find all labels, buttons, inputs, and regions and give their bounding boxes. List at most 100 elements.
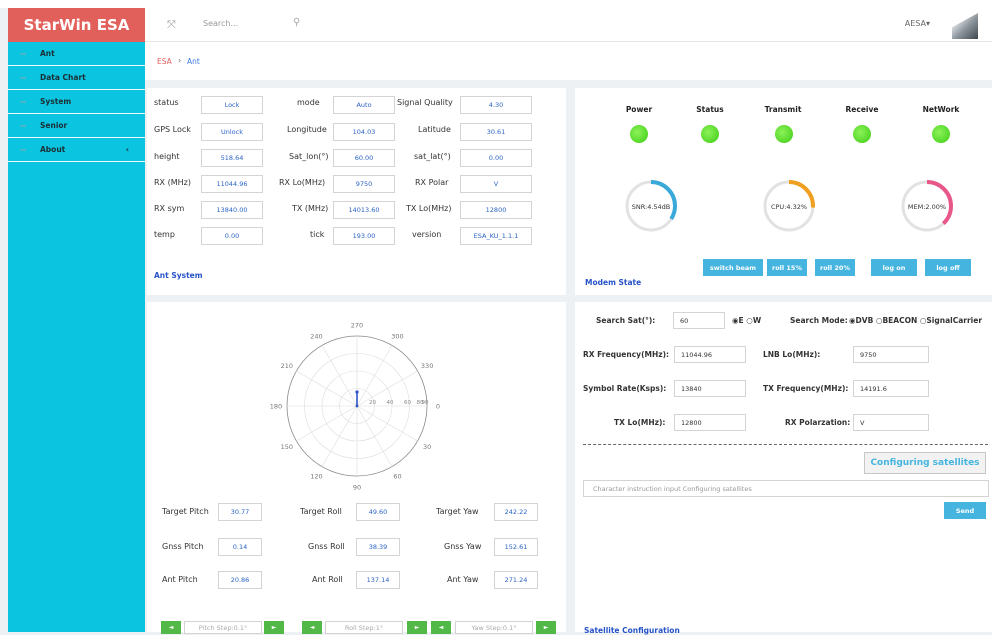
sidebar-item-label: Data Chart: [40, 73, 86, 82]
sidebar-item-label: Ant: [40, 49, 55, 58]
expand-icon[interactable]: ⤧: [167, 18, 176, 32]
transmit-label: Transmit: [764, 105, 802, 114]
search-icon[interactable]: ⚲: [293, 17, 300, 28]
rx-frequency-input[interactable]: 11044.96: [674, 346, 746, 363]
mode-label: mode: [297, 98, 320, 107]
latitude-label: Latitude: [418, 125, 451, 134]
tx-lo-input[interactable]: 12800: [674, 414, 746, 431]
receive-led: [853, 125, 871, 143]
section-divider: [583, 444, 988, 445]
polar-radial-label: 20: [369, 400, 376, 406]
longitude-label: Longitude: [287, 125, 327, 134]
polar-angle-label: 90: [353, 484, 361, 492]
sat-lat-label: sat_lat(°): [414, 152, 451, 161]
sidebar: Ant Data Chart System Senior About ‹: [8, 42, 145, 632]
ant-system-panel: status Lock mode Auto Signal Quality 4.3…: [147, 88, 566, 295]
snr-gauge: SNR:4.54dB: [624, 179, 678, 233]
target-roll-value: 49.60: [356, 503, 400, 521]
roll-decrease-button[interactable]: ◄: [302, 621, 322, 634]
pitch-decrease-button[interactable]: ◄: [161, 621, 181, 634]
receive-label: Receive: [845, 105, 879, 114]
tx-frequency-input[interactable]: 14191.6: [853, 380, 929, 397]
gnss-pitch-value: 0.14: [218, 538, 262, 556]
rx-polarization-input[interactable]: V: [853, 414, 929, 431]
symbol-rate-input[interactable]: 13840: [674, 380, 746, 397]
temp-value: 0.00: [201, 227, 263, 245]
search-sat-input[interactable]: 60: [673, 312, 725, 329]
breadcrumb-current: Ant: [187, 57, 200, 66]
lnb-lo-input[interactable]: 9750: [853, 346, 929, 363]
target-roll-label: Target Roll: [300, 507, 342, 516]
height-value: 518.64: [201, 149, 263, 167]
yaw-increase-button[interactable]: ►: [536, 621, 556, 634]
breadcrumb-root[interactable]: ESA: [157, 57, 172, 66]
modem-state-title: Modem State: [585, 278, 642, 287]
mode-value: Auto: [333, 96, 395, 114]
polar-radial-label: 40: [387, 400, 394, 406]
cpu-gauge-label: CPU:4.32%: [770, 203, 808, 211]
status-label: Status: [696, 105, 724, 114]
rx-polar-label: RX Polar: [415, 178, 449, 187]
log-on-button[interactable]: log on: [871, 259, 917, 276]
ant-pitch-value: 20.86: [218, 571, 262, 589]
polar-angle-label: 150: [281, 443, 293, 451]
send-button[interactable]: Send: [944, 502, 986, 519]
target-yaw-value: 242.22: [494, 503, 538, 521]
version-value: ESA_KU_1.1.1: [460, 227, 532, 245]
polar-angle-label: 60: [393, 473, 401, 481]
modem-state-panel: Power Status Transmit Receive NetWork SN…: [575, 88, 992, 295]
yaw-step-input[interactable]: Yaw Step:0.1°: [455, 621, 533, 634]
user-menu[interactable]: AESA▾: [905, 19, 930, 28]
sidebar-item-system[interactable]: System: [8, 90, 145, 114]
roll-15-button[interactable]: roll 15%: [767, 259, 807, 276]
chevron-left-icon: ‹: [125, 145, 129, 154]
sidebar-item-about[interactable]: About ‹: [8, 138, 145, 162]
sidebar-item-data-chart[interactable]: Data Chart: [8, 66, 145, 90]
polar-angle-label: 330: [421, 362, 433, 370]
status-value: Lock: [201, 96, 263, 114]
mem-gauge: MEM:2.00%: [900, 179, 954, 233]
polar-chart: 030609012015018021024027030033020 40 60 809…: [270, 322, 440, 492]
power-label: Power: [625, 105, 653, 114]
search-mode-radio-group[interactable]: ◉DVB ○BEACON ○SignalCarrier: [849, 316, 982, 325]
log-off-button[interactable]: log off: [925, 259, 971, 276]
satellite-config-title: Satellite Configuration: [584, 626, 680, 635]
command-input[interactable]: Character instruction input Configuring …: [583, 480, 989, 497]
tick-value: 193.00: [333, 227, 395, 245]
polar-angle-label: 300: [391, 332, 403, 340]
yaw-decrease-button[interactable]: ◄: [431, 621, 451, 634]
rx-polar-value: V: [460, 175, 532, 193]
polar-spoke: [321, 405, 358, 467]
rx-sym-label: RX sym: [154, 204, 185, 213]
roll-increase-button[interactable]: ►: [407, 621, 427, 634]
rx-label: RX (MHz): [154, 178, 191, 187]
roll-step-input[interactable]: Roll Step:1°: [325, 621, 403, 634]
sat-lon-value: 60.00: [333, 149, 395, 167]
switch-beam-button[interactable]: switch beam: [703, 259, 763, 276]
roll-20-button[interactable]: roll 20%: [815, 259, 855, 276]
symbol-rate-label: Symbol Rate(Ksps):: [583, 384, 667, 393]
mem-gauge-label: MEM:2.00%: [907, 203, 947, 211]
polar-angle-label: 0: [436, 403, 440, 411]
sidebar-item-senior[interactable]: Senior: [8, 114, 145, 138]
pitch-increase-button[interactable]: ►: [264, 621, 284, 634]
search-input[interactable]: Search...: [203, 19, 238, 28]
polar-angle-label: 240: [310, 332, 322, 340]
ew-radio-group[interactable]: ◉E ○W: [732, 316, 761, 325]
sidebar-item-ant[interactable]: Ant: [8, 42, 145, 66]
lnb-lo-label: LNB Lo(MHz):: [763, 350, 821, 359]
target-yaw-label: Target Yaw: [436, 507, 479, 516]
sidebar-item-label: About: [40, 145, 66, 154]
rx-lo-value: 9750: [333, 175, 395, 193]
avatar[interactable]: [952, 13, 978, 39]
configuring-satellites-button[interactable]: Configuring satellites: [864, 452, 986, 474]
latitude-value: 30.61: [460, 123, 532, 141]
tx-lo-value: 12800: [460, 201, 532, 219]
rx-value: 11044.96: [201, 175, 263, 193]
sat-lat-value: 0.00: [460, 149, 532, 167]
breadcrumb: ESA › Ant: [145, 42, 992, 80]
sat-lon-label: Sat_lon(°): [289, 152, 329, 161]
pitch-step-input[interactable]: Pitch Step:0.1°: [184, 621, 262, 634]
polar-spoke: [356, 345, 393, 407]
height-label: height: [154, 152, 180, 161]
